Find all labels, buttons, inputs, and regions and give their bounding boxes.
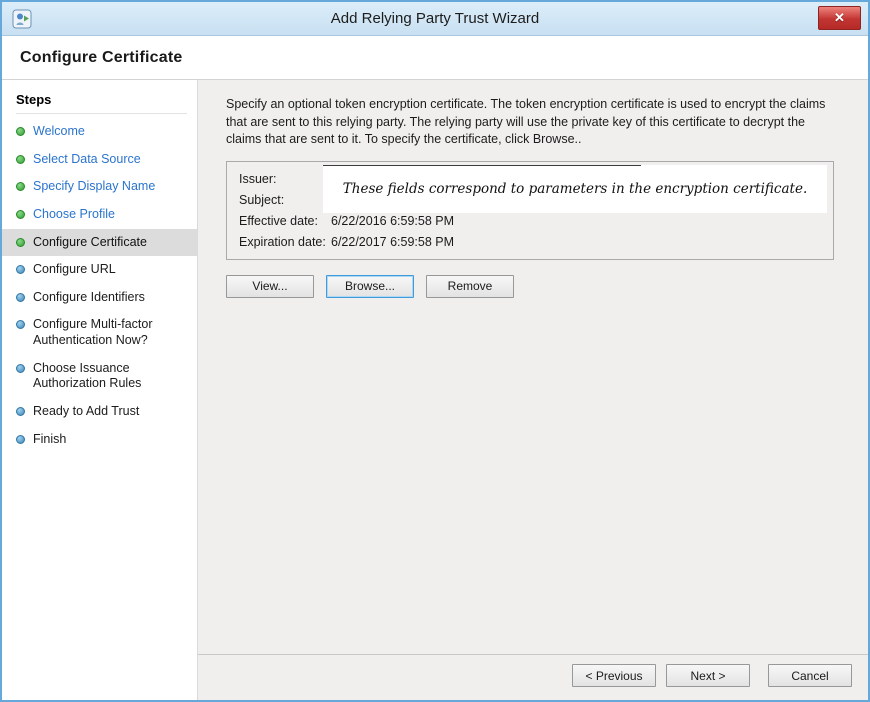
- steps-list: Welcome Select Data Source Specify Displ…: [2, 118, 197, 453]
- step-upcoming-dot-icon: [16, 320, 25, 329]
- step-upcoming-dot-icon: [16, 293, 25, 302]
- cert-field-expiration-date: Expiration date: 6/22/2017 6:59:58 PM: [239, 235, 821, 249]
- content-area: Specify an optional token encryption cer…: [198, 80, 868, 654]
- view-button[interactable]: View...: [226, 275, 314, 298]
- step-done-dot-icon: [16, 155, 25, 164]
- wizard-app-icon: [12, 9, 32, 29]
- cancel-button[interactable]: Cancel: [768, 664, 852, 687]
- close-button[interactable]: ✕: [818, 6, 861, 30]
- certificate-details-box: Issuer: Subject: Effective date: 6/22/20…: [226, 161, 834, 260]
- step-upcoming-dot-icon: [16, 265, 25, 274]
- sidebar-item-ready-to-add-trust: Ready to Add Trust: [2, 398, 197, 426]
- page-title: Configure Certificate: [20, 49, 182, 67]
- sidebar-item-choose-issuance-rules: Choose Issuance Authorization Rules: [2, 355, 197, 398]
- sidebar-item-configure-certificate: Configure Certificate: [2, 229, 197, 257]
- steps-heading: Steps: [16, 92, 197, 107]
- window-title: Add Relying Party Trust Wizard: [2, 10, 868, 27]
- sidebar-item-select-data-source: Select Data Source: [2, 146, 197, 174]
- previous-button[interactable]: < Previous: [572, 664, 656, 687]
- sidebar-item-configure-identifiers: Configure Identifiers: [2, 284, 197, 312]
- step-current-dot-icon: [16, 238, 25, 247]
- instruction-text: Specify an optional token encryption cer…: [226, 96, 834, 149]
- title-bar[interactable]: Add Relying Party Trust Wizard ✕: [2, 2, 868, 36]
- steps-sidebar: Steps Welcome Select Data Source Specify…: [2, 80, 198, 700]
- step-done-dot-icon: [16, 210, 25, 219]
- wizard-window: Add Relying Party Trust Wizard ✕ Configu…: [0, 0, 870, 702]
- page-header: Configure Certificate: [2, 36, 868, 80]
- step-done-dot-icon: [16, 127, 25, 136]
- sidebar-item-welcome: Welcome: [2, 118, 197, 146]
- sidebar-item-finish: Finish: [2, 426, 197, 454]
- step-upcoming-dot-icon: [16, 435, 25, 444]
- certificate-action-buttons: View... Browse... Remove: [226, 275, 834, 298]
- step-upcoming-dot-icon: [16, 407, 25, 416]
- next-button[interactable]: Next >: [666, 664, 750, 687]
- main-panel: Specify an optional token encryption cer…: [198, 80, 868, 700]
- steps-divider: [16, 113, 187, 114]
- cert-field-effective-date: Effective date: 6/22/2016 6:59:58 PM: [239, 214, 821, 228]
- wizard-navigation-bar: < Previous Next > Cancel: [198, 654, 868, 700]
- sidebar-item-choose-profile: Choose Profile: [2, 201, 197, 229]
- browse-button[interactable]: Browse...: [326, 275, 414, 298]
- annotation-overlay: These fields correspond to parameters in…: [323, 165, 827, 213]
- remove-button[interactable]: Remove: [426, 275, 514, 298]
- sidebar-item-configure-mfa: Configure Multi-factor Authentication No…: [2, 311, 197, 354]
- sidebar-item-specify-display-name: Specify Display Name: [2, 173, 197, 201]
- step-upcoming-dot-icon: [16, 364, 25, 373]
- sidebar-item-configure-url: Configure URL: [2, 256, 197, 284]
- step-done-dot-icon: [16, 182, 25, 191]
